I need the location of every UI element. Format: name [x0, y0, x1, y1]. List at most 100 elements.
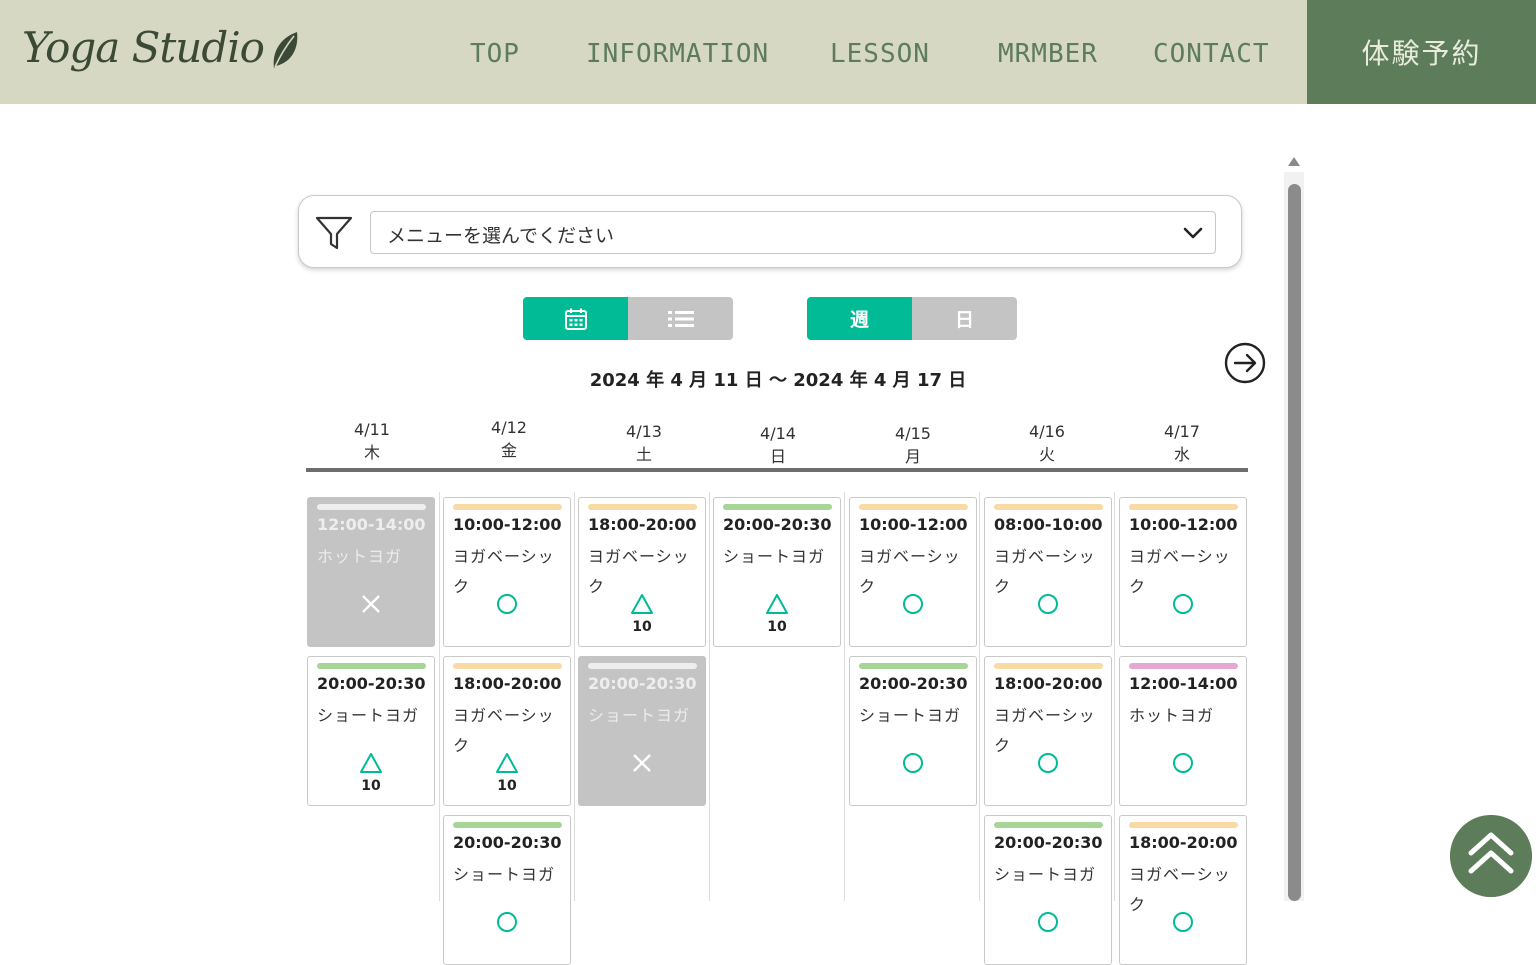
lesson-color-bar — [453, 504, 562, 510]
nav-contact[interactable]: CONTACT — [1153, 34, 1270, 74]
lesson-slot[interactable]: 20:00-20:30 ショートヨガ 10 — [307, 656, 435, 806]
list-icon — [667, 310, 694, 327]
availability-open — [1120, 751, 1246, 775]
cross-full-icon — [362, 595, 380, 613]
logo[interactable]: Yoga Studio — [22, 18, 300, 78]
column-divider — [709, 492, 710, 901]
remaining-count: 10 — [767, 619, 787, 635]
availability-open — [1120, 910, 1246, 934]
lesson-title: ショートヨガ — [859, 706, 962, 725]
availability-open — [850, 592, 976, 616]
next-week-button[interactable] — [1224, 342, 1266, 384]
lesson-color-bar — [588, 663, 697, 669]
column-divider — [844, 492, 845, 901]
availability-open — [985, 910, 1111, 934]
lesson-slot[interactable]: 18:00-20:00 ヨガベーシック 10 — [578, 497, 706, 647]
day-weekday: 水 — [1173, 445, 1190, 464]
nav-lesson[interactable]: LESSON — [830, 34, 930, 74]
column-divider — [439, 492, 440, 901]
range-toggle: 週 日 — [807, 297, 1017, 340]
nav-member[interactable]: MRMBER — [998, 34, 1098, 74]
nav-top[interactable]: TOP — [470, 34, 520, 74]
lesson-time: 18:00-20:00 — [453, 674, 562, 693]
trial-reservation-button[interactable]: 体験予約 — [1307, 0, 1536, 104]
header-divider — [306, 468, 1248, 472]
lesson-title: ホットヨガ — [1129, 706, 1215, 725]
lesson-color-bar — [1129, 822, 1238, 828]
circle-available-icon — [1173, 753, 1193, 773]
lesson-slot[interactable]: 20:00-20:30 ショートヨガ — [984, 815, 1112, 965]
list-view-tab[interactable] — [628, 297, 733, 340]
remaining-count: 10 — [497, 778, 517, 794]
day-date: 4/15 — [895, 424, 931, 443]
availability-open — [850, 751, 976, 775]
day-date: 4/16 — [1029, 422, 1065, 441]
lesson-slot[interactable]: 10:00-12:00 ヨガベーシック — [849, 497, 977, 647]
lesson-slot[interactable]: 08:00-10:00 ヨガベーシック — [984, 497, 1112, 647]
day-date: 4/14 — [760, 424, 796, 443]
scroll-up-arrow-icon[interactable] — [1288, 157, 1300, 166]
lesson-title: ホットヨガ — [317, 547, 403, 566]
day-date: 4/12 — [491, 418, 527, 437]
lesson-color-bar — [994, 663, 1103, 669]
lesson-color-bar — [453, 663, 562, 669]
lesson-title: ショートヨガ — [317, 706, 420, 725]
lesson-slot[interactable]: 10:00-12:00 ヨガベーシック — [1119, 497, 1247, 647]
day-header: 4/12 金 — [442, 416, 576, 462]
triangle-few-left-icon — [496, 753, 518, 773]
column-divider — [979, 492, 980, 901]
menu-select-placeholder: メニューを選んでください — [387, 225, 615, 247]
lesson-time: 20:00-20:30 — [994, 833, 1103, 852]
lesson-time: 08:00-10:00 — [994, 515, 1103, 534]
lesson-slot[interactable]: 12:00-14:00 ホットヨガ — [1119, 656, 1247, 806]
day-tab[interactable]: 日 — [912, 297, 1017, 340]
column-divider — [574, 492, 575, 901]
remaining-count: 10 — [361, 778, 381, 794]
cross-full-icon — [633, 754, 651, 772]
column-divider — [1114, 492, 1115, 901]
menu-select[interactable]: メニューを選んでください — [370, 211, 1216, 254]
circle-available-icon — [1038, 912, 1058, 932]
availability-open — [985, 592, 1111, 616]
circle-available-icon — [903, 753, 923, 773]
lesson-slot[interactable]: 10:00-12:00 ヨガベーシック — [443, 497, 571, 647]
availability-full — [579, 751, 705, 775]
lesson-title: ショートヨガ — [723, 547, 826, 566]
lesson-time: 20:00-20:30 — [723, 515, 832, 534]
lesson-slot[interactable]: 18:00-20:00 ヨガベーシック — [1119, 815, 1247, 965]
lesson-title: ショートヨガ — [453, 865, 556, 884]
day-header: 4/15 月 — [846, 422, 980, 468]
availability-few — [714, 592, 840, 616]
lesson-slot[interactable]: 20:00-20:30 ショートヨガ — [849, 656, 977, 806]
lesson-slot[interactable]: 18:00-20:00 ヨガベーシック — [984, 656, 1112, 806]
availability-few — [444, 751, 570, 775]
circle-available-icon — [1038, 594, 1058, 614]
lesson-color-bar — [1129, 504, 1238, 510]
lesson-time: 20:00-20:30 — [588, 674, 697, 693]
day-weekday: 日 — [769, 447, 786, 466]
availability-open — [444, 910, 570, 934]
lesson-slot[interactable]: 18:00-20:00 ヨガベーシック 10 — [443, 656, 571, 806]
circle-available-icon — [903, 594, 923, 614]
availability-full — [308, 592, 434, 616]
lesson-color-bar — [859, 663, 968, 669]
lesson-time: 20:00-20:30 — [317, 674, 426, 693]
calendar-view-tab[interactable] — [523, 297, 628, 340]
day-tab-label: 日 — [954, 309, 974, 331]
lesson-slot[interactable]: 20:00-20:30 ショートヨガ 10 — [713, 497, 841, 647]
day-weekday: 月 — [904, 447, 921, 466]
site-header: Yoga Studio TOP INFORMATION LESSON MRMBE… — [0, 0, 1536, 104]
day-header: 4/13 土 — [577, 420, 711, 466]
lesson-color-bar — [317, 504, 426, 510]
funnel-icon — [315, 216, 353, 250]
day-weekday: 木 — [363, 443, 380, 462]
day-header: 4/11 木 — [305, 418, 439, 464]
scrollbar-thumb[interactable] — [1288, 184, 1301, 901]
lesson-color-bar — [994, 822, 1103, 828]
back-to-top-button[interactable] — [1450, 815, 1532, 897]
nav-information[interactable]: INFORMATION — [586, 34, 769, 74]
lesson-slot[interactable]: 20:00-20:30 ショートヨガ — [443, 815, 571, 965]
lesson-time: 20:00-20:30 — [859, 674, 968, 693]
week-tab[interactable]: 週 — [807, 297, 912, 340]
remaining-count: 10 — [632, 619, 652, 635]
